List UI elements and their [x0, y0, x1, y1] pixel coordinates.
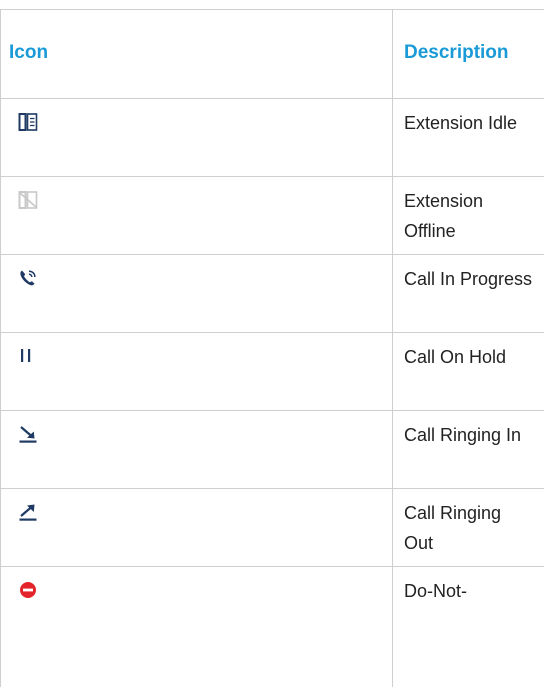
table-row: Call Ringing Out — [0, 489, 544, 567]
description-text: Call In Progress — [404, 269, 533, 289]
icon-cell — [0, 255, 392, 332]
icon-cell — [0, 99, 392, 176]
description-cell: Call Ringing In — [392, 411, 544, 488]
description-text: Extension Idle — [404, 113, 518, 133]
table-row: Call On Hold — [0, 333, 544, 411]
icon-header-label: Icon — [9, 42, 49, 63]
description-text: Extension Offline — [404, 191, 484, 241]
description-cell: Call In Progress — [392, 255, 544, 332]
table-row: Call In Progress — [0, 255, 544, 333]
table-row: Extension Idle — [0, 99, 544, 177]
description-cell: Call On Hold — [392, 333, 544, 410]
description-text: Call Ringing In — [404, 425, 522, 445]
icon-cell — [0, 177, 392, 254]
description-header-label: Description — [404, 42, 509, 63]
description-cell: Extension Offline — [392, 177, 544, 254]
icon-cell — [0, 411, 392, 488]
status-icons-table: Icon Description Extension Idle Extensio… — [0, 9, 544, 687]
call-on-hold-icon — [18, 346, 38, 366]
call-in-progress-icon — [18, 268, 38, 288]
call-ringing-in-icon — [18, 424, 38, 444]
description-cell: Extension Idle — [392, 99, 544, 176]
icon-cell — [0, 333, 392, 410]
description-text: Call Ringing Out — [404, 503, 502, 553]
description-text: Do-Not- — [404, 581, 468, 601]
description-cell: Call Ringing Out — [392, 489, 544, 566]
description-text: Call On Hold — [404, 347, 507, 367]
description-cell: Do-Not- — [392, 567, 544, 687]
table-row: Extension Offline — [0, 177, 544, 255]
icon-cell — [0, 567, 392, 687]
table-header-row: Icon Description — [0, 10, 544, 99]
description-column-header: Description — [392, 10, 544, 98]
table-row: Do-Not- — [0, 567, 544, 687]
icon-cell — [0, 489, 392, 566]
icon-column-header: Icon — [0, 10, 392, 98]
extension-offline-icon — [18, 190, 38, 210]
extension-idle-icon — [18, 112, 38, 132]
call-ringing-out-icon — [18, 502, 38, 522]
do-not-disturb-icon — [18, 580, 38, 600]
table-row: Call Ringing In — [0, 411, 544, 489]
